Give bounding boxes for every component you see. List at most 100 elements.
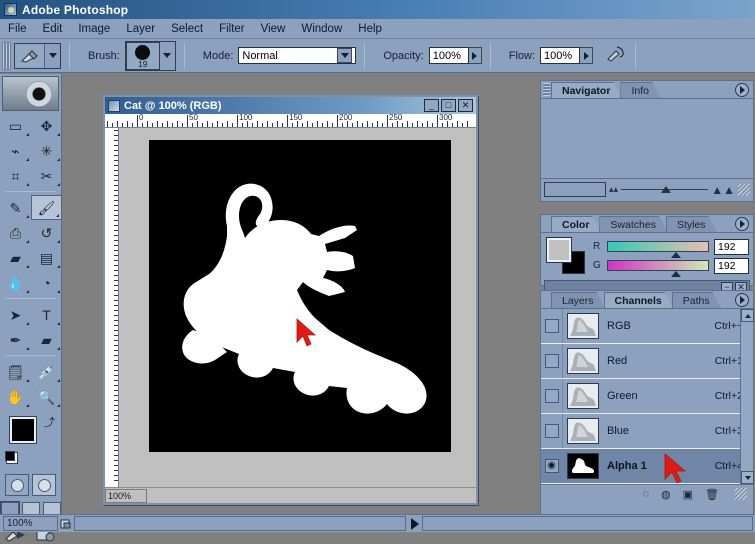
- channel-visibility-toggle[interactable]: ◉: [541, 449, 563, 483]
- menu-item-layer[interactable]: Layer: [118, 21, 163, 37]
- tab-info[interactable]: Info: [620, 82, 660, 98]
- status-zoom-value[interactable]: 100%: [3, 516, 58, 531]
- channel-row[interactable]: Blue Ctrl+3: [541, 414, 753, 449]
- channels-scrollbar[interactable]: [740, 309, 754, 484]
- opacity-value[interactable]: 100%: [428, 47, 469, 64]
- color-channel-value[interactable]: 192: [714, 257, 749, 274]
- tab-layers[interactable]: Layers: [551, 292, 605, 308]
- delete-channel-button[interactable]: 🗑: [705, 488, 719, 501]
- channel-visibility-toggle[interactable]: [541, 309, 563, 343]
- menu-item-select[interactable]: Select: [163, 21, 211, 37]
- shape-icon[interactable]: ▰: [31, 327, 62, 352]
- image-canvas[interactable]: [149, 140, 451, 452]
- document-zoom-value[interactable]: 100%: [105, 488, 147, 503]
- slice-icon[interactable]: ✂: [31, 163, 62, 188]
- blend-mode-select[interactable]: Normal: [238, 47, 357, 64]
- small-mountains-icon[interactable]: ▴▴: [609, 184, 618, 195]
- tab-styles[interactable]: Styles: [666, 216, 717, 232]
- color-channel-value[interactable]: 192: [714, 238, 749, 255]
- move-icon[interactable]: ✥: [31, 113, 62, 138]
- palette-menu-icon[interactable]: [735, 293, 749, 307]
- menu-item-view[interactable]: View: [253, 21, 294, 37]
- scroll-up-button[interactable]: [741, 309, 754, 322]
- status-extra-field[interactable]: [421, 516, 753, 531]
- channel-visibility-toggle[interactable]: [541, 344, 563, 378]
- path-selection-icon[interactable]: ➤: [0, 302, 31, 327]
- rectangular-marquee-icon[interactable]: ▭: [0, 113, 31, 138]
- color-channel-slider[interactable]: [607, 260, 709, 277]
- brush-picker[interactable]: 19: [124, 40, 176, 71]
- options-bar-gripper[interactable]: [2, 41, 11, 70]
- history-brush-icon[interactable]: ↺: [31, 220, 62, 245]
- vertical-ruler[interactable]: [105, 128, 119, 487]
- horizontal-ruler[interactable]: 0 50 100 150 200 250 300: [105, 114, 476, 128]
- slider-thumb[interactable]: [661, 186, 672, 193]
- zoom-icon[interactable]: 🔍: [31, 384, 62, 409]
- tool-preset-dropdown[interactable]: [45, 43, 60, 68]
- tab-color[interactable]: Color: [551, 216, 600, 232]
- close-button[interactable]: ✕: [458, 99, 473, 112]
- flow-control[interactable]: 100%: [540, 47, 594, 64]
- channel-visibility-toggle[interactable]: [541, 379, 563, 413]
- hand-icon[interactable]: ✋: [0, 384, 31, 409]
- navigator-zoom-field[interactable]: [544, 182, 606, 197]
- flow-slider-arrow[interactable]: [580, 47, 594, 64]
- menu-item-window[interactable]: Window: [293, 21, 350, 37]
- channel-row[interactable]: RGB Ctrl+~: [541, 309, 753, 344]
- opacity-control[interactable]: 100%: [428, 47, 482, 64]
- new-channel-button[interactable]: ▣: [683, 488, 693, 501]
- pen-icon[interactable]: ✒: [0, 327, 31, 352]
- color-foreground-swatch[interactable]: [546, 237, 572, 263]
- tab-swatches[interactable]: Swatches: [599, 216, 667, 232]
- eye-icon[interactable]: [544, 389, 559, 403]
- channel-row[interactable]: Red Ctrl+1: [541, 344, 753, 379]
- tab-paths[interactable]: Paths: [672, 292, 721, 308]
- save-selection-as-channel-button[interactable]: ◍: [661, 488, 671, 501]
- palette-gripper[interactable]: [543, 83, 550, 96]
- resize-grip-icon[interactable]: [735, 488, 747, 500]
- large-mountains-icon[interactable]: ▲▲: [711, 183, 735, 197]
- canvas-area[interactable]: [119, 128, 476, 487]
- play-arrow-icon[interactable]: [408, 517, 422, 530]
- eye-icon[interactable]: ◉: [544, 459, 559, 473]
- slider-thumb[interactable]: [671, 271, 681, 277]
- document-title-bar[interactable]: Cat @ 100% (RGB) _ □ ✕: [105, 97, 476, 114]
- color-channel-slider[interactable]: [607, 241, 709, 258]
- tab-channels[interactable]: Channels: [604, 292, 673, 308]
- channel-visibility-toggle[interactable]: [541, 414, 563, 448]
- swap-colors-icon[interactable]: ⤴: [44, 414, 55, 430]
- eraser-icon[interactable]: ▰: [0, 245, 31, 270]
- eye-icon[interactable]: [544, 354, 559, 368]
- slider-thumb[interactable]: [671, 252, 681, 258]
- document-window[interactable]: Cat @ 100% (RGB) _ □ ✕ 0 50 100 150 200 250 300 …: [103, 95, 478, 505]
- quick-mask-mode-icon[interactable]: [32, 474, 56, 496]
- eye-icon[interactable]: [544, 319, 559, 333]
- palette-menu-icon[interactable]: [735, 83, 749, 97]
- channel-row[interactable]: Green Ctrl+2: [541, 379, 753, 414]
- eyedropper-icon[interactable]: 💉: [31, 359, 62, 384]
- crop-icon[interactable]: ⌗: [0, 163, 31, 188]
- type-icon[interactable]: T: [31, 302, 62, 327]
- eye-icon[interactable]: [544, 424, 559, 438]
- palette-menu-icon[interactable]: [735, 217, 749, 231]
- menu-item-filter[interactable]: Filter: [211, 21, 253, 37]
- magic-wand-icon[interactable]: ✳: [31, 138, 62, 163]
- opacity-slider-arrow[interactable]: [468, 47, 482, 64]
- minimize-button[interactable]: _: [424, 99, 439, 112]
- resize-grip-icon[interactable]: [738, 183, 750, 196]
- flow-value[interactable]: 100%: [540, 47, 581, 64]
- airbrush-icon[interactable]: [605, 45, 627, 66]
- default-colors-icon[interactable]: [5, 451, 18, 464]
- chevron-down-icon[interactable]: [337, 48, 353, 63]
- load-channel-as-selection-button[interactable]: ◌: [642, 488, 649, 500]
- brush-dropdown[interactable]: [159, 43, 175, 68]
- current-tool-picker[interactable]: [14, 42, 61, 69]
- tab-navigator[interactable]: Navigator: [551, 82, 621, 98]
- menu-item-help[interactable]: Help: [350, 21, 390, 37]
- clone-stamp-icon[interactable]: ⎙: [0, 220, 31, 245]
- navigator-thumbnail-view[interactable]: [541, 99, 753, 179]
- gradient-icon[interactable]: ▤: [31, 245, 62, 270]
- lasso-icon[interactable]: ⌁: [0, 138, 31, 163]
- scroll-down-button[interactable]: [741, 471, 754, 484]
- foreground-color-swatch[interactable]: [9, 416, 37, 444]
